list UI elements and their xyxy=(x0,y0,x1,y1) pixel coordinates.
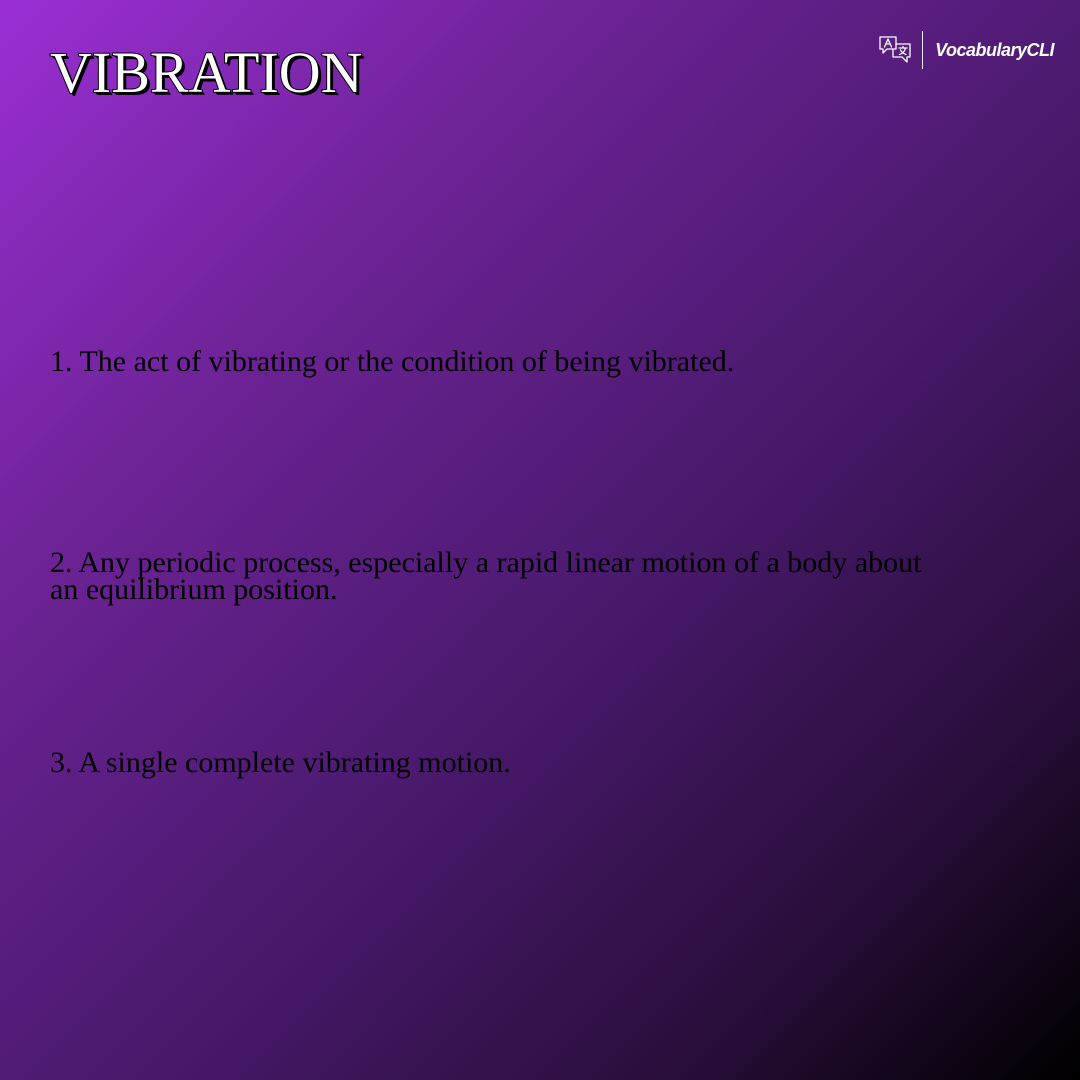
brand-logo: VocabularyCLI xyxy=(878,30,1054,70)
word-title: VIBRATION xyxy=(49,39,364,106)
translate-icon xyxy=(879,36,911,63)
brand-divider xyxy=(922,31,924,69)
vocabulary-card: VIBRATION VocabularyCLI 1. The act of vi… xyxy=(0,0,1080,1080)
brand-name: VocabularyCLI xyxy=(935,39,1054,60)
definition-1: 1. The act of vibrating or the condition… xyxy=(50,345,735,378)
definition-3: 3. A single complete vibrating motion. xyxy=(50,746,511,779)
definition-2: 2. Any periodic process, especially a ra… xyxy=(50,546,922,606)
